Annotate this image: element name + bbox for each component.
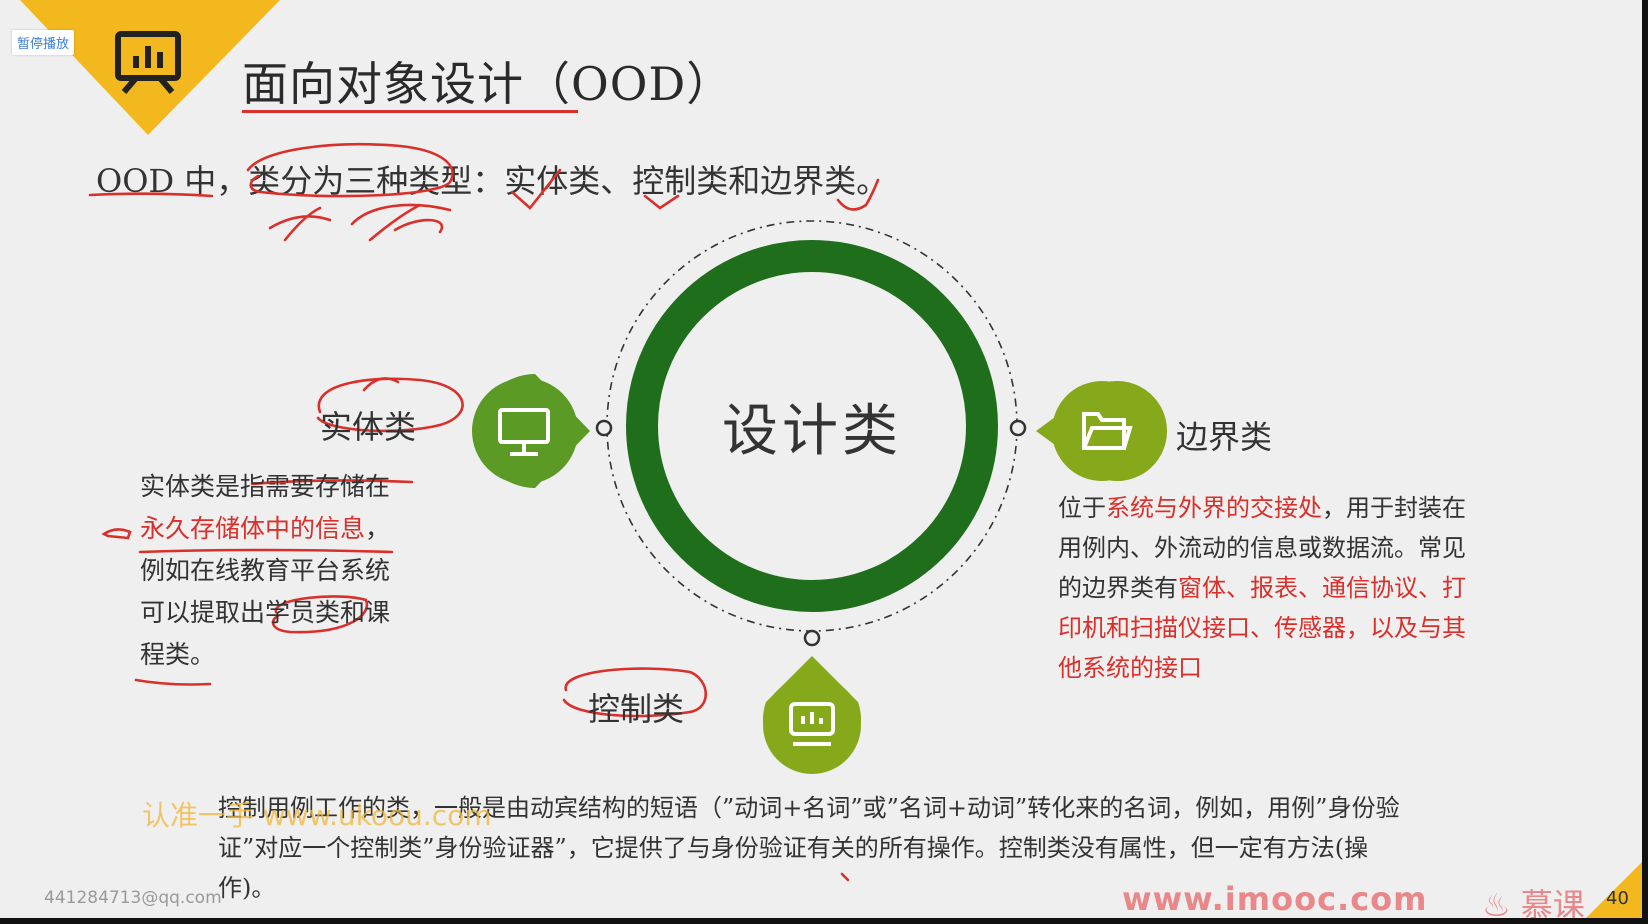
entity-desc-line: 例如在线教育平台系统: [140, 556, 391, 585]
boundary-desc-text: 位于: [1058, 494, 1106, 522]
entity-desc-highlight: 永久存储体中的信息: [140, 514, 366, 543]
boundary-desc-text: ，用于封装在: [1322, 494, 1466, 522]
entity-desc-text: ，: [365, 514, 391, 543]
entity-desc-line: 可以提取出学员类和课: [140, 598, 391, 627]
connector-dot-left: [595, 419, 613, 437]
entity-desc-line: 程类。: [140, 640, 216, 669]
connector-dot-bottom: [803, 629, 821, 647]
slide: 暂停播放 面向对象设计（OOD） OOD 中，类分为三种类型：实体类、控制类和边…: [0, 0, 1642, 918]
boundary-desc-line: 位于系统与外界的交接处，用于封装在: [1058, 488, 1498, 528]
boundary-desc-line: 用例内、外流动的信息或数据流。常见: [1058, 534, 1466, 562]
center-label: 设计类: [722, 399, 902, 464]
boundary-desc-line: 他系统的接口: [1058, 654, 1202, 682]
boundary-desc-highlight: 系统与外界的交接处: [1106, 494, 1322, 522]
control-desc-line: 证”对应一个控制类”身份验证器”，它提供了与身份验证有关的所有操作。控制类没有属…: [218, 834, 1369, 862]
watermark-text: 认准一手 www.ukoou.com: [142, 799, 492, 832]
entity-desc-line: 实体类是指需要存储在: [140, 472, 391, 501]
boundary-desc-text: 的边界类有: [1058, 574, 1178, 602]
video-player[interactable]: 暂停播放 面向对象设计（OOD） OOD 中，类分为三种类型：实体类、控制类和边…: [0, 0, 1648, 924]
boundary-desc-highlight: 窗体、报表、通信协议、打: [1178, 574, 1466, 602]
boundary-description: 位于系统与外界的交接处，用于封装在 用例内、外流动的信息或数据流。常见 的边界类…: [1058, 488, 1498, 688]
watermark-site: www.imooc.com: [1122, 880, 1428, 918]
boundary-desc-line: 印机和扫描仪接口、传感器，以及与其: [1058, 614, 1466, 642]
brand-logo: ♨ 慕课: [1482, 880, 1585, 918]
entity-description: 实体类是指需要存储在 永久存储体中的信息， 例如在线教育平台系统 可以提取出学员…: [140, 466, 430, 676]
connector-dot-right: [1009, 419, 1027, 437]
flame-icon: ♨: [1482, 886, 1511, 918]
entity-desc-line: 永久存储体中的信息，: [140, 508, 430, 550]
boundary-node: [1036, 380, 1168, 481]
brand-name: 慕课: [1520, 886, 1585, 918]
entity-node: [472, 373, 590, 488]
watermark-email: 441284713@qq.com: [44, 888, 222, 908]
control-class-label: 控制类: [588, 690, 685, 728]
boundary-class-label: 边界类: [1176, 418, 1273, 456]
page-number: 40: [1606, 888, 1629, 909]
control-node: [762, 656, 861, 774]
boundary-desc-line: 的边界类有窗体、报表、通信协议、打: [1058, 568, 1498, 608]
entity-class-label: 实体类: [320, 408, 417, 446]
